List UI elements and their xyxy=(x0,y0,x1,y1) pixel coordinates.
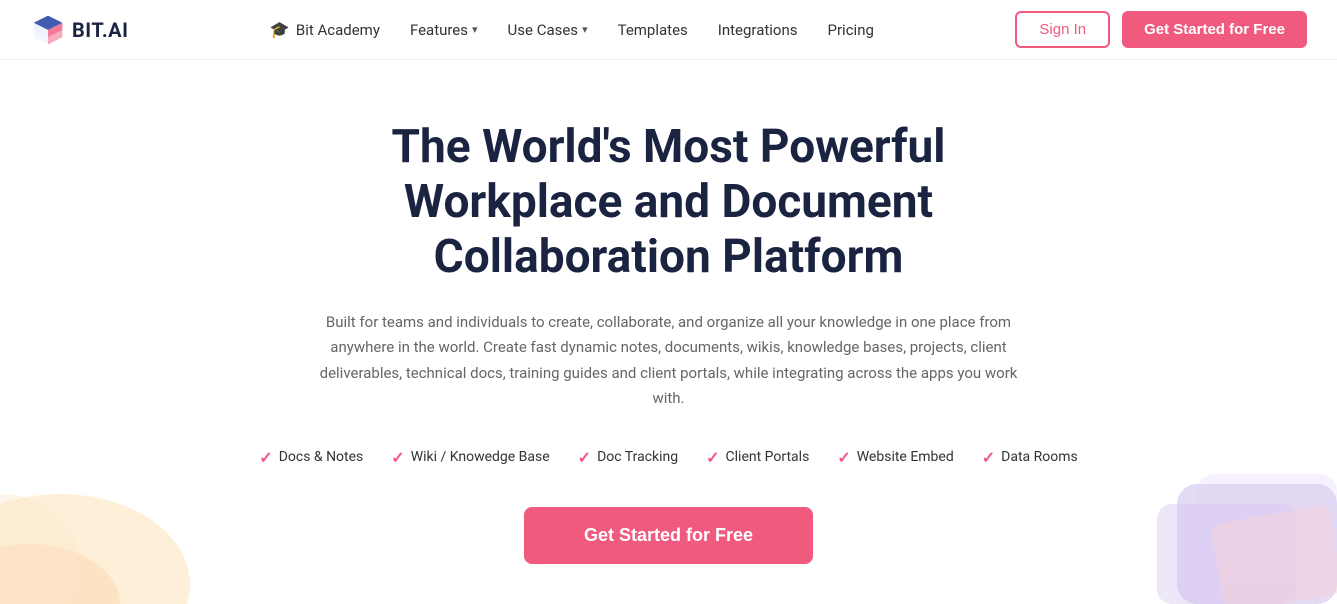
nav-features[interactable]: Features ▾ xyxy=(410,21,478,39)
nav-integrations[interactable]: Integrations xyxy=(718,21,798,39)
check-icon: ✓ xyxy=(259,448,272,467)
nav-usecases-label: Use Cases xyxy=(508,21,579,39)
check-icon: ✓ xyxy=(578,448,591,467)
cta-button[interactable]: Get Started for Free xyxy=(524,507,813,564)
feature-badge-label: Wiki / Knowedge Base xyxy=(411,449,550,465)
feature-badge: ✓ Doc Tracking xyxy=(578,448,678,467)
check-icon: ✓ xyxy=(982,448,995,467)
feature-badge: ✓ Client Portals xyxy=(706,448,809,467)
feature-badge: ✓ Wiki / Knowedge Base xyxy=(391,448,549,467)
feature-badge-label: Client Portals xyxy=(726,449,810,465)
academy-icon: 🎓 xyxy=(270,20,290,39)
nav-academy-label: Bit Academy xyxy=(296,21,380,39)
feature-badge: ✓ Website Embed xyxy=(837,448,953,467)
hero-section: The World's Most Powerful Workplace and … xyxy=(0,60,1337,604)
nav-links: 🎓 Bit Academy Features ▾ Use Cases ▾ Tem… xyxy=(270,20,874,39)
feature-badge-label: Data Rooms xyxy=(1001,449,1078,465)
feature-badge-label: Website Embed xyxy=(857,449,954,465)
logo[interactable]: BIT.AI xyxy=(30,12,128,48)
nav-features-label: Features xyxy=(410,21,468,39)
feature-badge: ✓ Data Rooms xyxy=(982,448,1078,467)
features-chevron-icon: ▾ xyxy=(472,23,478,36)
hero-title-line2: Workplace and Document Collaboration Pla… xyxy=(404,175,933,284)
nav-pricing[interactable]: Pricing xyxy=(828,21,874,39)
logo-text: BIT.AI xyxy=(72,18,128,42)
check-icon: ✓ xyxy=(706,448,719,467)
feature-badges: ✓ Docs & Notes ✓ Wiki / Knowedge Base ✓ … xyxy=(259,448,1077,467)
usecases-chevron-icon: ▾ xyxy=(582,23,588,36)
nav-actions: Sign In Get Started for Free xyxy=(1015,11,1307,48)
check-icon: ✓ xyxy=(837,448,850,467)
hero-title-line1: The World's Most Powerful xyxy=(392,120,946,174)
feature-badge: ✓ Docs & Notes xyxy=(259,448,363,467)
hero-title: The World's Most Powerful Workplace and … xyxy=(269,120,1069,286)
nav-integrations-label: Integrations xyxy=(718,21,798,39)
hero-subtitle: Built for teams and individuals to creat… xyxy=(309,310,1029,412)
page-wrapper: The World's Most Powerful Workplace and … xyxy=(0,60,1337,604)
feature-badge-label: Doc Tracking xyxy=(597,449,678,465)
check-icon: ✓ xyxy=(391,448,404,467)
nav-academy[interactable]: 🎓 Bit Academy xyxy=(270,20,380,39)
nav-templates-label: Templates xyxy=(618,21,688,39)
signin-button[interactable]: Sign In xyxy=(1015,11,1110,48)
logo-icon xyxy=(30,12,66,48)
navbar: BIT.AI 🎓 Bit Academy Features ▾ Use Case… xyxy=(0,0,1337,60)
feature-badge-label: Docs & Notes xyxy=(279,449,364,465)
nav-templates[interactable]: Templates xyxy=(618,21,688,39)
getstarted-nav-button[interactable]: Get Started for Free xyxy=(1122,11,1307,48)
nav-pricing-label: Pricing xyxy=(828,21,874,39)
nav-usecases[interactable]: Use Cases ▾ xyxy=(508,21,588,39)
